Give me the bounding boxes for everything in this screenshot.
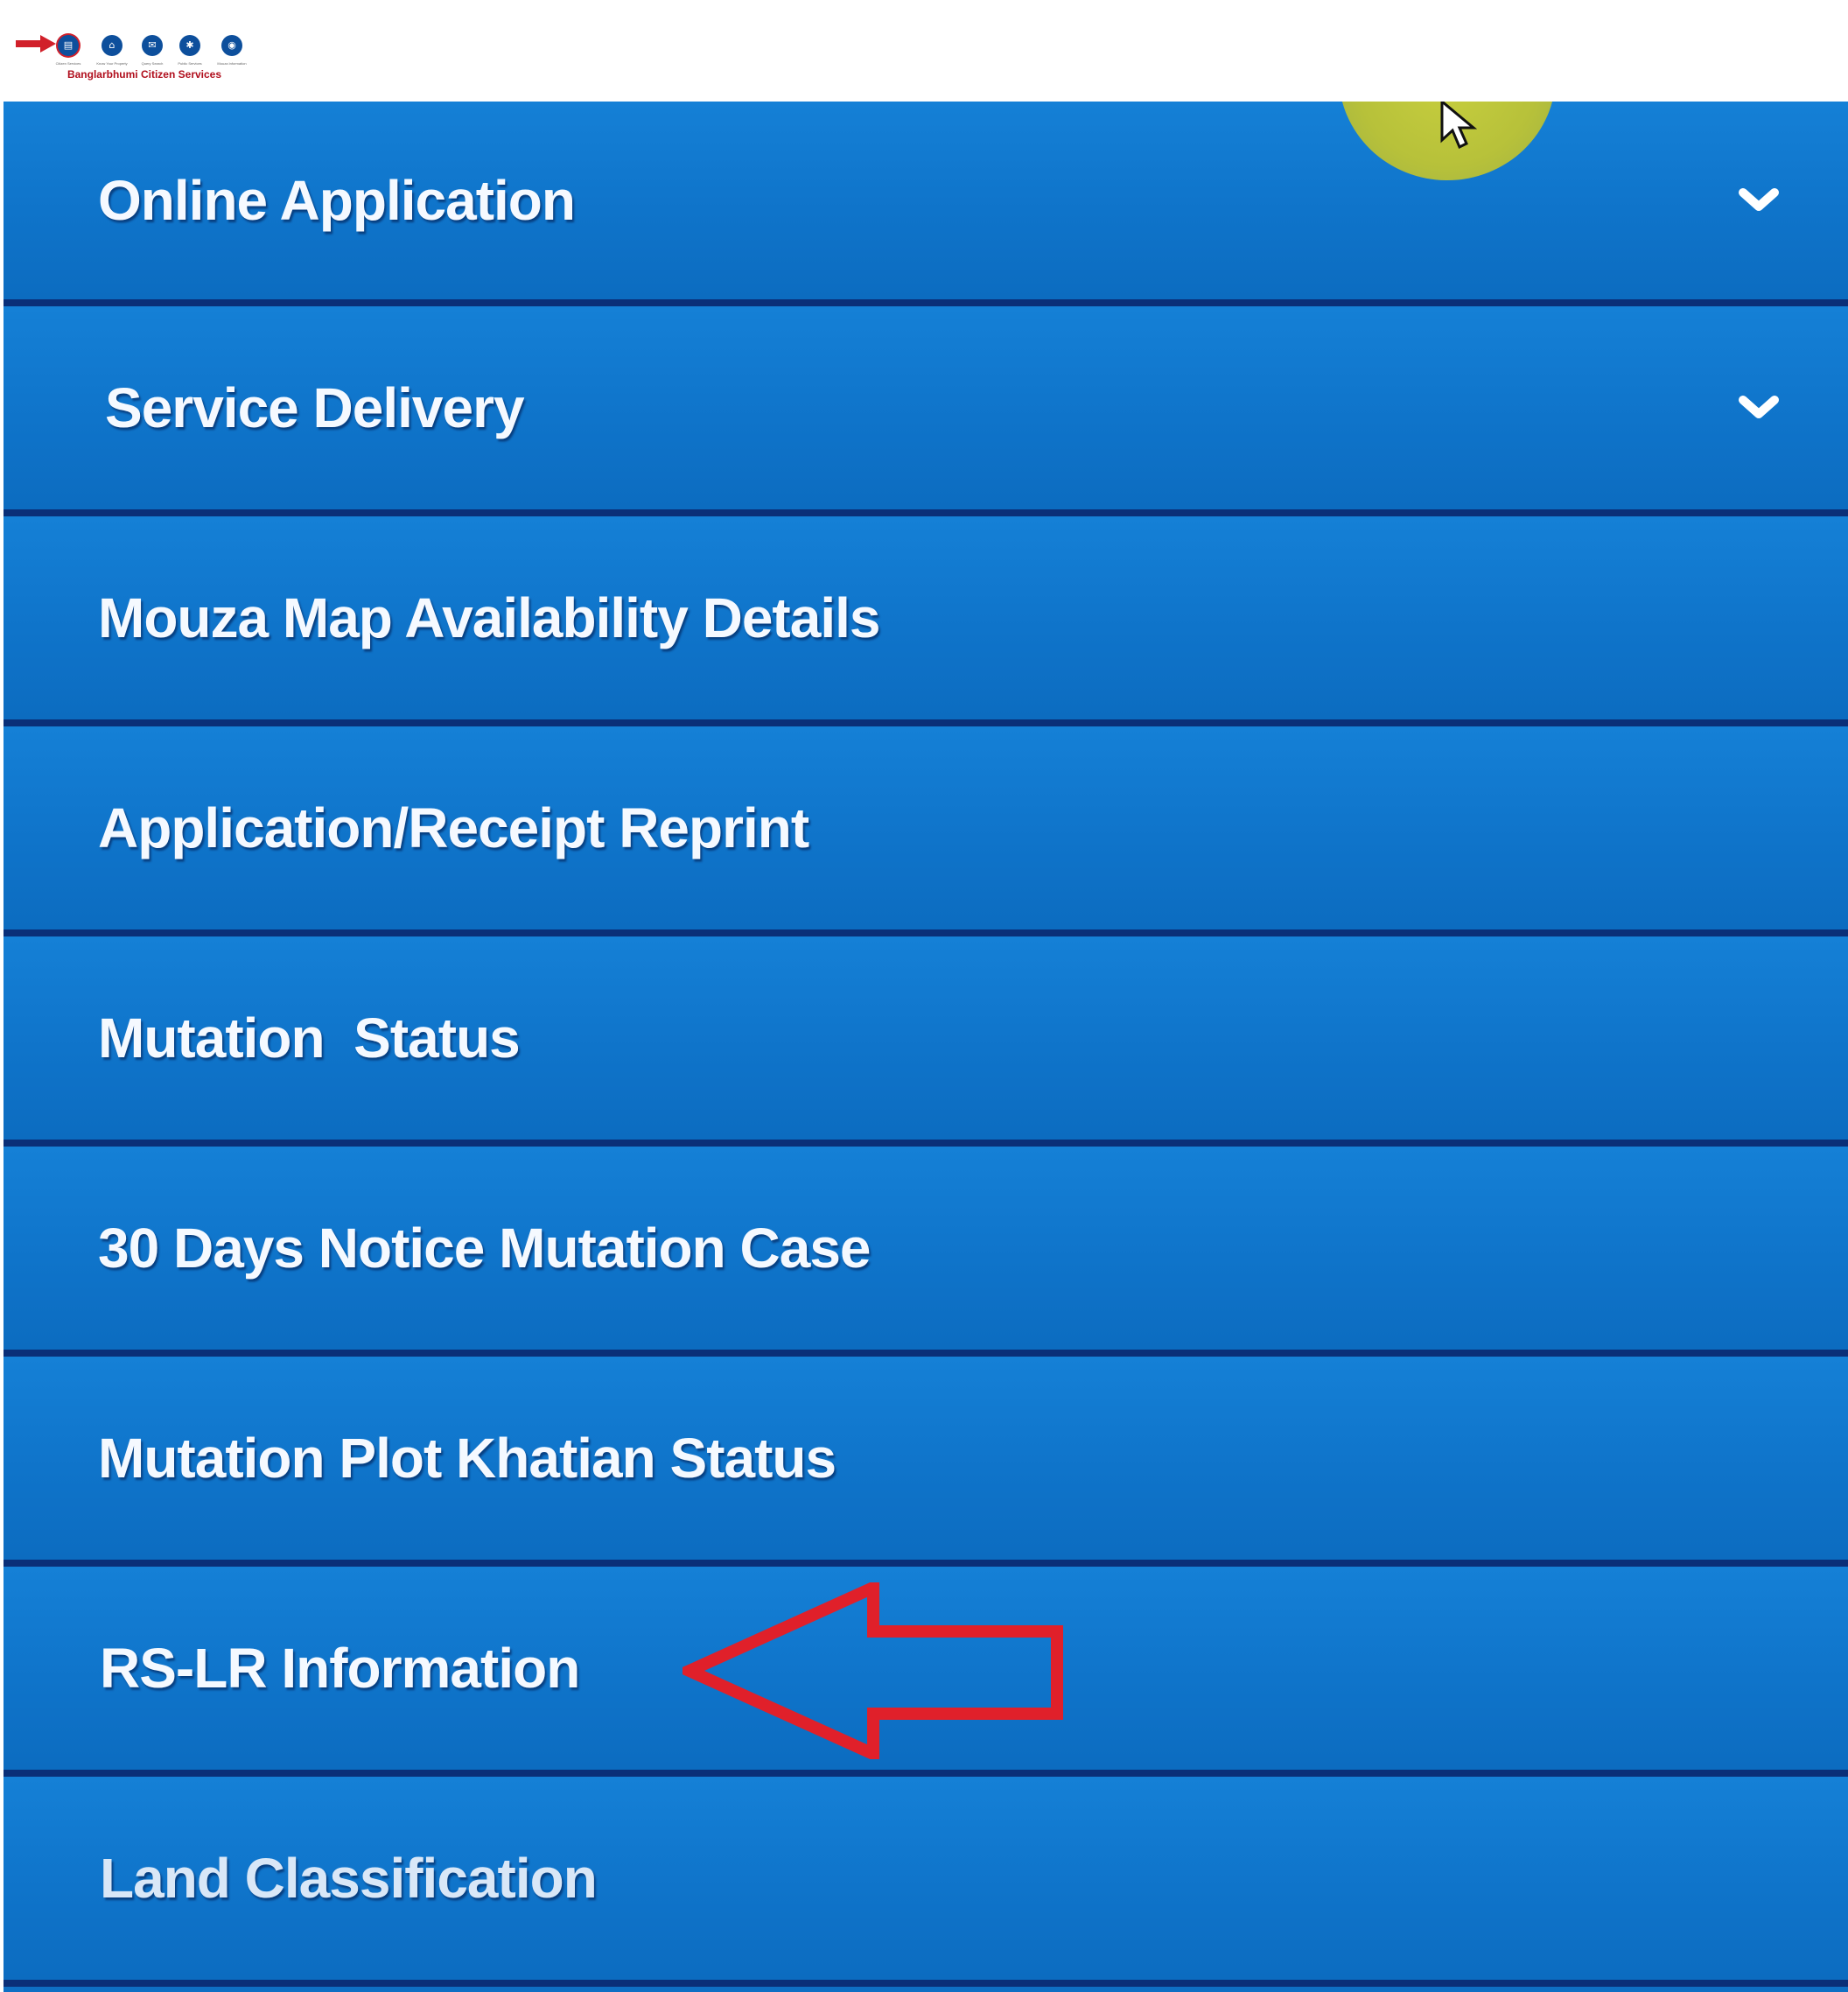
menu-item-label: Service Delivery <box>105 376 525 439</box>
menu-item-service-delivery[interactable]: Service Delivery <box>4 306 1848 516</box>
chevron-down-icon[interactable] <box>1738 187 1780 214</box>
menu-item-label: Online Application <box>98 169 576 232</box>
menu-item-mutation-plot-khatian[interactable]: Mutation Plot Khatian Status <box>4 1357 1848 1567</box>
nav-caption-public-services: Public Services <box>178 61 202 66</box>
menu-item-mutation-status[interactable]: Mutation Status <box>4 936 1848 1147</box>
menu-item-label: RS-LR Information <box>100 1637 580 1700</box>
nav-caption-mouza-information: Mouza Information <box>217 61 247 66</box>
menu-item-label: Mutation Plot Khatian Status <box>98 1427 836 1490</box>
brand-title: Banglarbhumi Citizen Services <box>66 68 222 81</box>
pointer-arrow-icon <box>16 35 56 53</box>
mouse-cursor-icon <box>1440 102 1478 150</box>
citizen-services-nav: ▤ Citizen Services ⌂ Know Your Property … <box>0 14 315 81</box>
menu-item-label: 30 Days Notice Mutation Case <box>98 1217 871 1280</box>
menu-item-online-application[interactable]: Online Application <box>4 102 1848 306</box>
menu-item-label: Mouza Map Availability Details <box>98 586 880 649</box>
chat-icon[interactable]: ✉ <box>142 35 163 56</box>
public-services-icon[interactable]: ✱ <box>179 35 200 56</box>
menu-item-30-days-notice[interactable]: 30 Days Notice Mutation Case <box>4 1147 1848 1357</box>
menu-item-label: Application/Receipt Reprint <box>98 796 809 859</box>
nav-caption-citizen-services: Citizen Services <box>55 61 81 66</box>
menu-item-label: Mutation Status <box>98 1007 521 1070</box>
chevron-down-icon[interactable] <box>1738 395 1780 421</box>
menu-item-label: Land Classification <box>100 1847 598 1910</box>
menu-item-mouza-map-availability[interactable]: Mouza Map Availability Details <box>4 516 1848 726</box>
nav-caption-know-your-property: Know Your Property <box>96 61 128 66</box>
citizen-services-icon[interactable]: ▤ <box>58 35 79 56</box>
site-header: ▤ Citizen Services ⌂ Know Your Property … <box>0 0 1848 102</box>
menu-item-application-receipt-reprint[interactable]: Application/Receipt Reprint <box>4 726 1848 936</box>
annotation-arrow-icon <box>682 1582 1063 1759</box>
home-icon[interactable]: ⌂ <box>102 35 122 56</box>
cursor-highlight <box>1339 102 1556 180</box>
mouza-info-icon[interactable]: ◉ <box>221 35 242 56</box>
menu-item-land-classification[interactable]: Land Classification <box>4 1777 1848 1987</box>
